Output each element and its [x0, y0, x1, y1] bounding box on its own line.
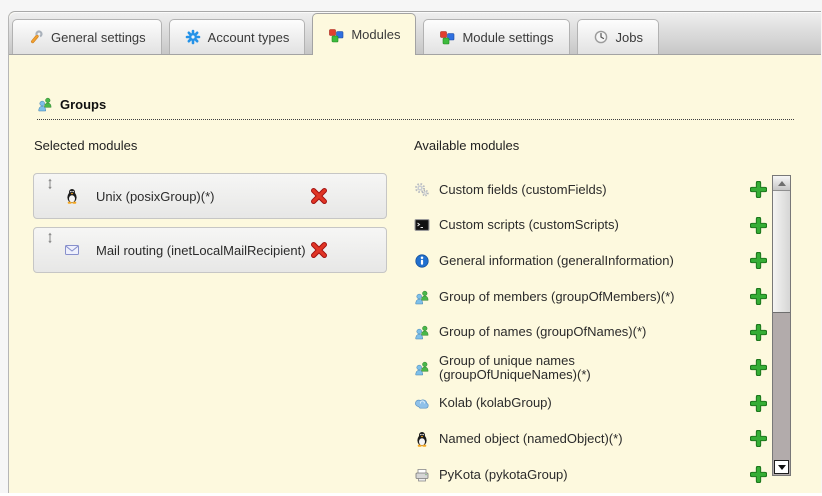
available-module-label: Group of unique names (groupOfUniqueName…	[439, 354, 607, 382]
section-title: Groups	[60, 97, 106, 112]
selected-module-label: Mail routing (inetLocalMailRecipient)	[96, 243, 306, 258]
selected-module-row: Unix (posixGroup)(*)	[33, 173, 387, 219]
available-module-label: General information (generalInformation)	[439, 254, 674, 268]
gears-icon	[414, 182, 430, 198]
tux-icon	[64, 188, 80, 204]
terminal-icon	[414, 217, 430, 233]
available-module-row: Group of names (groupOfNames)(*)	[414, 314, 767, 350]
green-plus-icon[interactable]	[750, 359, 767, 376]
tab-label: Module settings	[462, 30, 553, 45]
available-module-label: Custom fields (customFields)	[439, 183, 607, 197]
arrow-down-icon	[778, 465, 786, 470]
modules-icon	[328, 27, 344, 43]
lam-config-screen: General settings Account types Modules M…	[0, 0, 822, 496]
tab-label: Jobs	[616, 30, 643, 45]
available-module-label: Named object (namedObject)(*)	[439, 432, 623, 446]
drag-handle-icon[interactable]	[44, 178, 56, 190]
group-icon	[37, 96, 53, 112]
gear-icon	[185, 29, 201, 45]
available-module-row: Group of unique names (groupOfUniqueName…	[414, 350, 767, 386]
settings-panel: General settings Account types Modules M…	[8, 11, 821, 493]
group-icon	[414, 360, 430, 376]
green-plus-icon[interactable]	[750, 252, 767, 269]
available-modules-heading: Available modules	[414, 138, 519, 153]
section-header-groups: Groups	[37, 96, 794, 120]
green-plus-icon[interactable]	[750, 324, 767, 341]
available-module-label: Group of names (groupOfNames)(*)	[439, 325, 646, 339]
available-module-row: Group of members (groupOfMembers)(*)	[414, 279, 767, 315]
available-module-row: General information (generalInformation)	[414, 243, 767, 279]
selected-module-row: Mail routing (inetLocalMailRecipient)	[33, 227, 387, 273]
scrollbar-thumb[interactable]	[773, 191, 790, 313]
green-plus-icon[interactable]	[750, 181, 767, 198]
printer-icon	[414, 467, 430, 483]
available-module-row: PyKota (pykotaGroup)	[414, 457, 767, 493]
tab-label: Account types	[208, 30, 290, 45]
tab-module-settings[interactable]: Module settings	[423, 19, 569, 54]
group-icon	[414, 324, 430, 340]
red-x-icon[interactable]	[310, 241, 328, 259]
tab-modules[interactable]: Modules	[312, 13, 416, 55]
available-module-label: PyKota (pykotaGroup)	[439, 468, 568, 482]
tux-icon	[414, 431, 430, 447]
available-module-row: Custom fields (customFields)	[414, 172, 767, 208]
available-module-label: Custom scripts (customScripts)	[439, 218, 619, 232]
info-icon	[414, 253, 430, 269]
tab-label: General settings	[51, 30, 146, 45]
group-icon	[414, 289, 430, 305]
green-plus-icon[interactable]	[750, 288, 767, 305]
green-plus-icon[interactable]	[750, 430, 767, 447]
tab-jobs[interactable]: Jobs	[577, 19, 659, 54]
green-plus-icon[interactable]	[750, 466, 767, 483]
available-module-row: Named object (namedObject)(*)	[414, 421, 767, 457]
selected-modules-heading: Selected modules	[34, 138, 137, 153]
selected-module-label: Unix (posixGroup)(*)	[96, 189, 214, 204]
tab-account-types[interactable]: Account types	[169, 19, 306, 54]
available-modules-list: Custom fields (customFields) Custom scri…	[414, 172, 767, 492]
kolab-icon	[414, 395, 430, 411]
tab-general-settings[interactable]: General settings	[12, 19, 162, 54]
available-modules-scrollbar[interactable]	[772, 175, 791, 476]
red-x-icon[interactable]	[310, 187, 328, 205]
available-module-row: Custom scripts (customScripts)	[414, 208, 767, 244]
available-module-label: Group of members (groupOfMembers)(*)	[439, 290, 675, 304]
scrollbar-up-button[interactable]	[773, 176, 790, 191]
available-module-label: Kolab (kolabGroup)	[439, 396, 552, 410]
tab-label: Modules	[351, 27, 400, 42]
green-plus-icon[interactable]	[750, 395, 767, 412]
drag-handle-icon[interactable]	[44, 232, 56, 244]
available-module-row: Kolab (kolabGroup)	[414, 386, 767, 422]
scrollbar-down-button[interactable]	[774, 460, 789, 474]
mail-icon	[64, 242, 80, 258]
modules-icon	[439, 29, 455, 45]
tab-bar: General settings Account types Modules M…	[9, 12, 821, 55]
arrow-up-icon	[778, 181, 786, 186]
wrench-icon	[28, 29, 44, 45]
green-plus-icon[interactable]	[750, 217, 767, 234]
clock-icon	[593, 29, 609, 45]
